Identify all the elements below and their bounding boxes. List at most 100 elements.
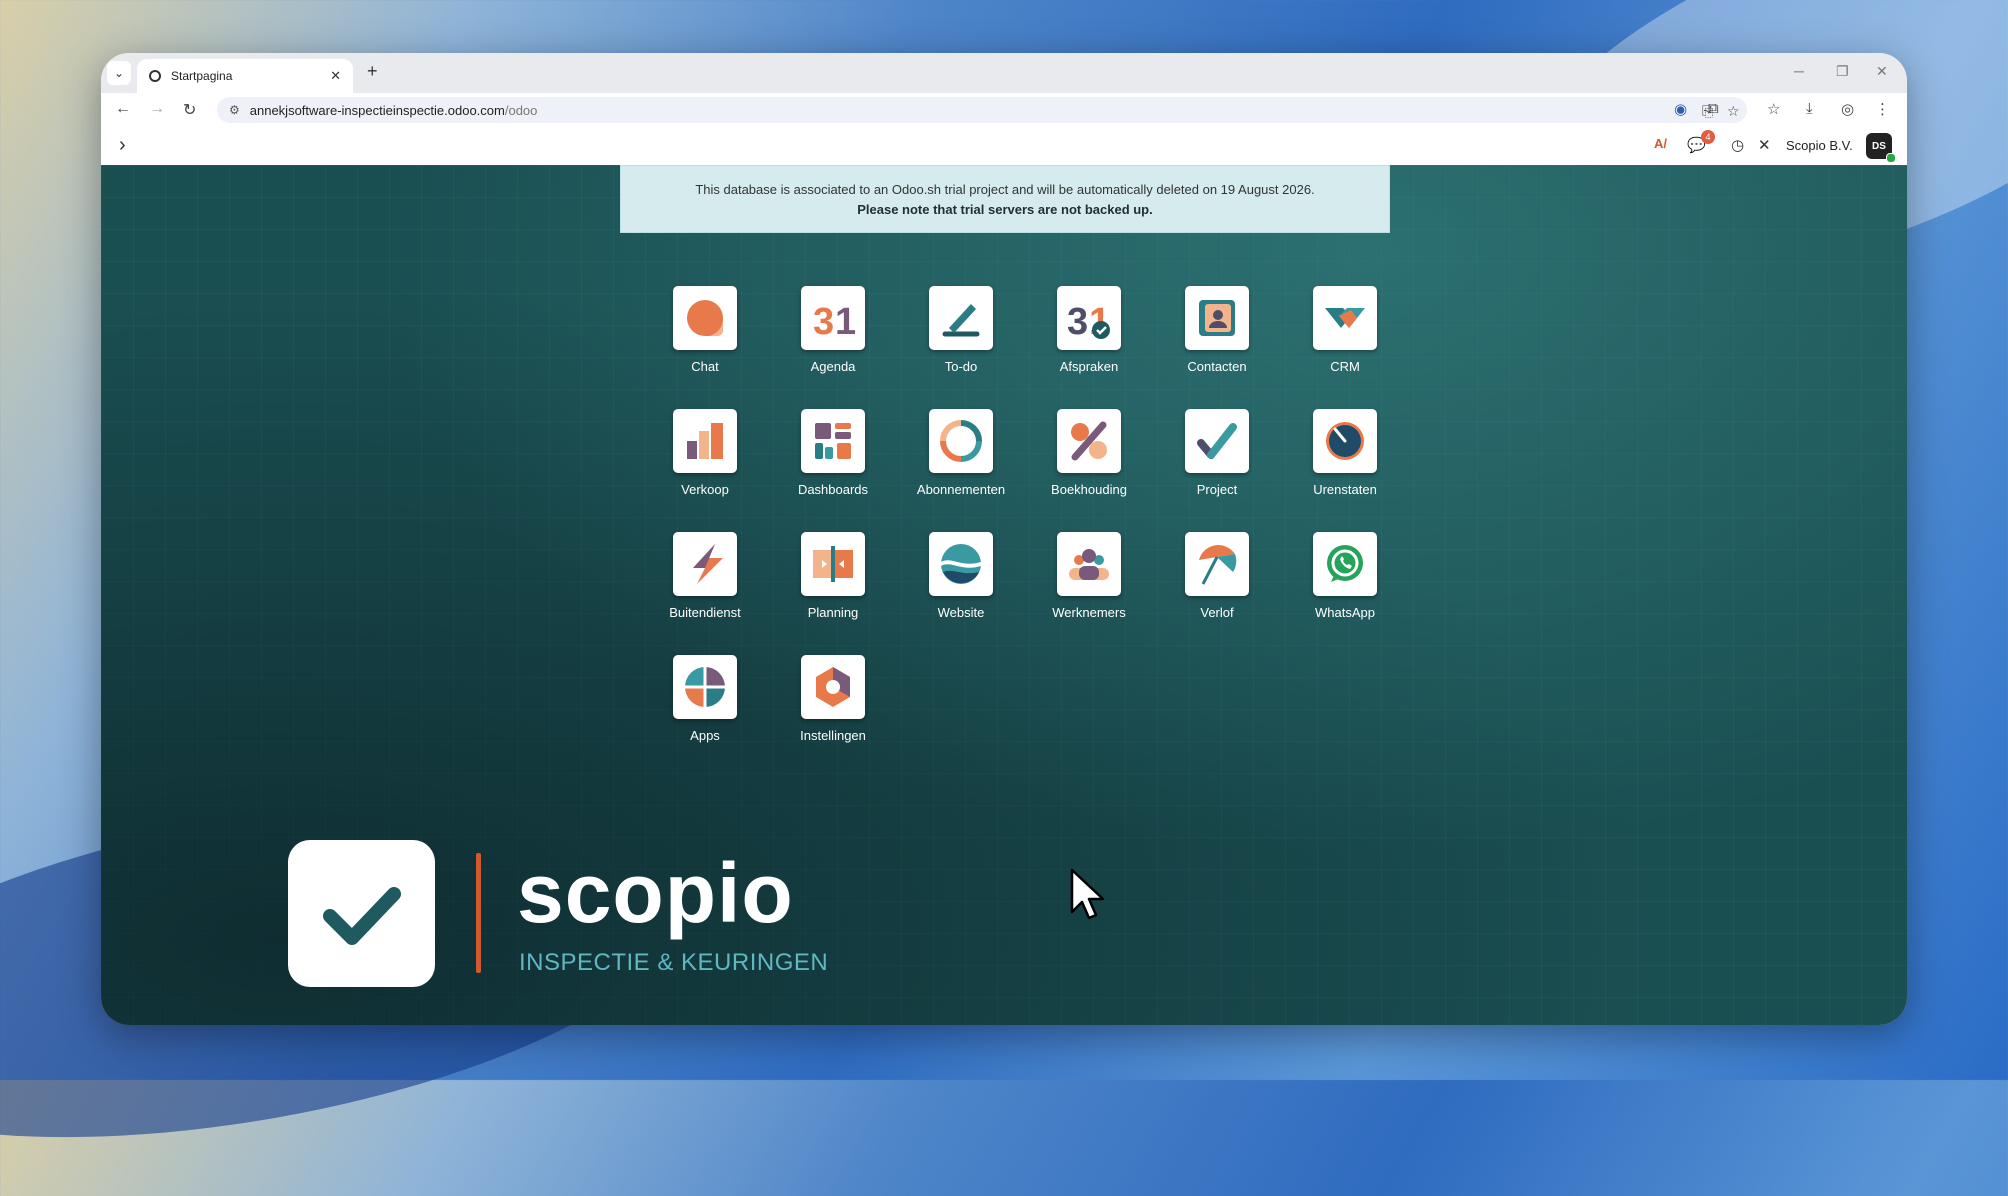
- dashboards-icon: [801, 409, 865, 473]
- app-label: Verkoop: [681, 482, 729, 497]
- close-window-icon[interactable]: ✕: [1876, 63, 1888, 80]
- app-project[interactable]: Project: [1153, 409, 1281, 519]
- contacts-icon: [1185, 286, 1249, 350]
- banner-line-2: Please note that trial servers are not b…: [857, 202, 1153, 217]
- mouse-pointer-icon: [1070, 868, 1105, 920]
- tab-title: Startpagina: [171, 69, 233, 83]
- whatsapp-icon: [1313, 532, 1377, 596]
- menu-icon[interactable]: ⋮: [1875, 100, 1890, 118]
- app-label: Chat: [691, 359, 719, 374]
- chat-icon: [673, 286, 737, 350]
- app-werknemers[interactable]: Werknemers: [1025, 532, 1153, 642]
- home-menu: This database is associated to an Odoo.s…: [101, 165, 1907, 1025]
- app-label: Abonnementen: [916, 482, 1006, 497]
- scopio-logo-check-icon: [288, 840, 435, 987]
- timesheets-icon: [1313, 409, 1377, 473]
- tab-startpagina[interactable]: Startpagina ✕: [137, 59, 353, 93]
- forward-icon[interactable]: →: [149, 100, 165, 118]
- restore-icon[interactable]: ❐: [1836, 63, 1849, 80]
- app-label: Boekhouding: [1051, 482, 1127, 497]
- app-label: Dashboards: [797, 482, 869, 497]
- ai-icon[interactable]: A/: [1654, 136, 1667, 151]
- svg-text:3: 3: [813, 301, 834, 342]
- app-label: Website: [937, 605, 985, 620]
- app-website[interactable]: Website: [897, 532, 1025, 642]
- crm-icon: [1313, 286, 1377, 350]
- time-off-icon: [1185, 532, 1249, 596]
- bookmark-star-icon[interactable]: ☆: [1727, 103, 1740, 120]
- app-verlof[interactable]: Verlof: [1153, 532, 1281, 642]
- app-planning[interactable]: Planning: [769, 532, 897, 642]
- url-text[interactable]: annekjsoftware-inspectieinspectie.odoo.c…: [250, 103, 538, 118]
- app-label: CRM: [1330, 359, 1360, 374]
- minimize-icon[interactable]: ─: [1794, 63, 1804, 79]
- password-manager-icon[interactable]: ◉: [1674, 100, 1687, 118]
- app-label: Buitendienst: [669, 605, 741, 620]
- app-to-do[interactable]: To-do: [897, 286, 1025, 396]
- app-whatsapp[interactable]: WhatsApp: [1281, 532, 1409, 642]
- logo-tagline: INSPECTIE & KEURINGEN: [519, 949, 829, 976]
- app-verkoop[interactable]: Verkoop: [641, 409, 769, 519]
- banner-line-1: This database is associated to an Odoo.s…: [695, 182, 1315, 197]
- app-label: WhatsApp: [1315, 605, 1375, 620]
- accounting-icon: [1057, 409, 1121, 473]
- field-service-icon: [673, 532, 737, 596]
- calendar-icon: 31: [801, 286, 865, 350]
- activities-clock-icon[interactable]: ◷: [1731, 136, 1744, 154]
- app-agenda[interactable]: 31 Agenda: [769, 286, 897, 396]
- messages-badge: 4: [1701, 130, 1715, 144]
- employees-icon: [1057, 532, 1121, 596]
- company-switcher[interactable]: Scopio B.V.: [1786, 138, 1853, 153]
- app-label: To-do: [944, 359, 978, 374]
- online-status-dot: [1886, 153, 1896, 163]
- website-icon: [929, 532, 993, 596]
- planning-icon: [801, 532, 865, 596]
- profile-icon[interactable]: ◎: [1841, 100, 1854, 118]
- back-icon[interactable]: ←: [115, 100, 131, 118]
- app-dashboards[interactable]: Dashboards: [769, 409, 897, 519]
- app-label: Agenda: [810, 359, 856, 374]
- app-afspraken[interactable]: 31 Afspraken: [1025, 286, 1153, 396]
- app-abonnementen[interactable]: Abonnementen: [897, 409, 1025, 519]
- odoo-navbar: › A/ 💬 4 ◷ ✕ Scopio B.V. DS: [101, 127, 1907, 166]
- app-label: Apps: [690, 728, 720, 743]
- app-crm[interactable]: CRM: [1281, 286, 1409, 396]
- reload-icon[interactable]: ↻: [183, 100, 196, 120]
- logo-divider: [476, 853, 481, 973]
- app-instellingen[interactable]: Instellingen: [769, 655, 897, 765]
- app-chat[interactable]: Chat: [641, 286, 769, 396]
- new-tab-button[interactable]: +: [367, 61, 378, 82]
- apps-icon: [673, 655, 737, 719]
- trial-warning-banner: This database is associated to an Odoo.s…: [620, 165, 1390, 233]
- app-contacten[interactable]: Contacten: [1153, 286, 1281, 396]
- app-label: Werknemers: [1052, 605, 1126, 620]
- browser-window: ⌄ Startpagina ✕ + ─ ❐ ✕ ← → ↻ ⚙ annekjso…: [101, 53, 1907, 1025]
- settings-icon: [801, 655, 865, 719]
- chevron-right-icon[interactable]: ›: [119, 134, 126, 157]
- app-label: Urenstaten: [1313, 482, 1377, 497]
- odoo-favicon-icon: [149, 70, 161, 82]
- subscriptions-icon: [929, 409, 993, 473]
- svg-text:3: 3: [1067, 301, 1088, 342]
- tab-search-button[interactable]: ⌄: [107, 61, 131, 85]
- app-boekhouding[interactable]: Boekhouding: [1025, 409, 1153, 519]
- app-label: Instellingen: [800, 728, 866, 743]
- bookmarks-icon[interactable]: ☆: [1767, 100, 1780, 118]
- app-label: Verlof: [1200, 605, 1234, 620]
- app-apps[interactable]: Apps: [641, 655, 769, 765]
- app-label: Project: [1196, 482, 1238, 497]
- app-buitendienst[interactable]: Buitendienst: [641, 532, 769, 642]
- app-label: Afspraken: [1059, 359, 1119, 374]
- downloads-icon[interactable]: ⤓: [1806, 100, 1813, 117]
- sales-icon: [673, 409, 737, 473]
- debug-tools-icon[interactable]: ✕: [1758, 136, 1771, 154]
- close-tab-icon[interactable]: ✕: [330, 68, 341, 84]
- app-urenstaten[interactable]: Urenstaten: [1281, 409, 1409, 519]
- tab-strip: ⌄ Startpagina ✕ + ─ ❐ ✕: [101, 53, 1907, 93]
- app-label: Contacten: [1187, 359, 1247, 374]
- project-icon: [1185, 409, 1249, 473]
- address-bar[interactable]: ⚙ annekjsoftware-inspectieinspectie.odoo…: [217, 97, 1747, 123]
- site-info-icon[interactable]: ⚙: [229, 103, 240, 117]
- extensions-icon[interactable]: ⧉: [1708, 100, 1719, 117]
- appointments-icon: 31: [1057, 286, 1121, 350]
